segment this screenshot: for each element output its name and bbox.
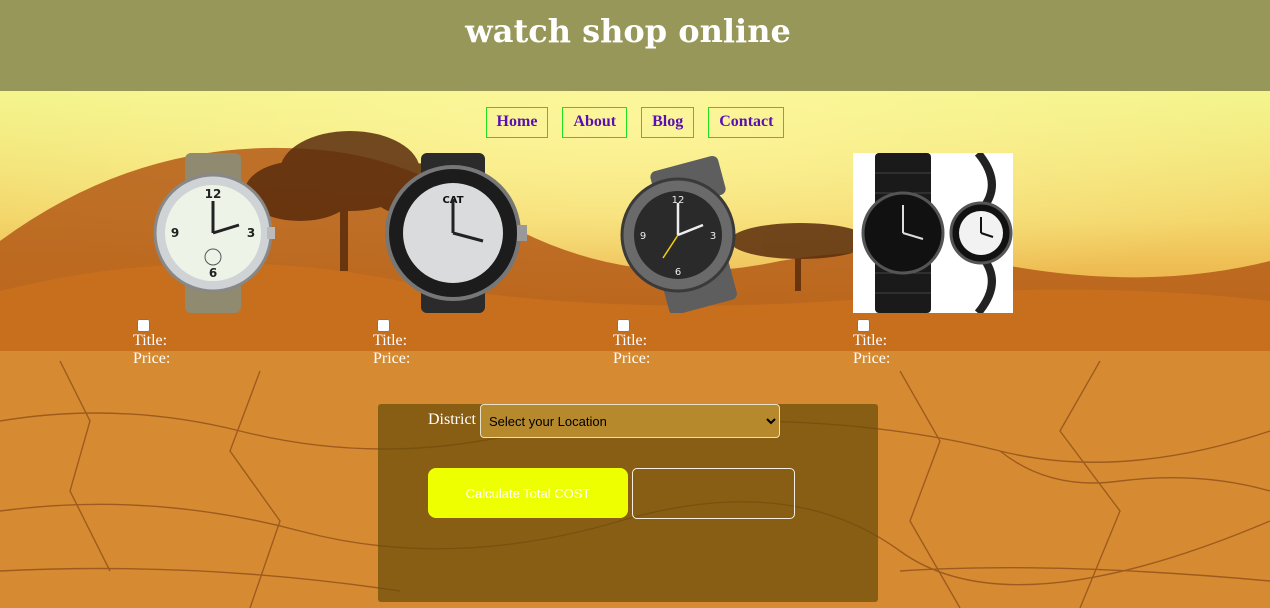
product-select-checkbox[interactable] [377, 319, 390, 332]
product-card: 12 3 6 9 Title: Price: [613, 153, 793, 368]
product-select-checkbox[interactable] [137, 319, 150, 332]
grey-pilot-watch-image: 12369 [620, 155, 737, 313]
product-card: CAT Title: Price: [373, 153, 553, 368]
product-price-label: Price: [613, 350, 651, 367]
product-price-label: Price: [853, 350, 891, 367]
main-nav: Home About Blog Contact [0, 107, 1270, 138]
product-image [853, 153, 1013, 313]
svg-text:3: 3 [710, 231, 716, 242]
product-select-checkbox[interactable] [617, 319, 630, 332]
site-header: watch shop online [0, 0, 1270, 91]
product-select-checkbox[interactable] [857, 319, 870, 332]
product-card: 12 3 6 9 Title: Price: [133, 153, 313, 368]
district-label: District [428, 411, 476, 428]
svg-text:3: 3 [247, 226, 255, 240]
product-title-label: Title: [853, 332, 888, 349]
svg-text:6: 6 [209, 266, 217, 280]
product-image: 12 3 6 9 [613, 153, 773, 313]
product-price-label: Price: [373, 350, 411, 367]
calculate-total-button[interactable]: Calculate Total COST [428, 468, 628, 518]
black-couple-watches-image [853, 153, 1013, 313]
nav-blog-link[interactable]: Blog [641, 107, 695, 138]
product-title-label: Title: [373, 332, 408, 349]
svg-text:12: 12 [205, 187, 222, 201]
product-image: 12 3 6 9 [133, 153, 293, 313]
product-title-label: Title: [613, 332, 648, 349]
product-image: CAT [373, 153, 533, 313]
nav-about-link[interactable]: About [562, 107, 628, 138]
site-title: watch shop online [465, 12, 791, 50]
svg-text:9: 9 [640, 231, 646, 242]
district-select[interactable]: Select your Location [480, 404, 780, 438]
svg-text:9: 9 [171, 226, 179, 240]
product-card: Title: Price: [853, 153, 1033, 368]
product-price-label: Price: [133, 350, 171, 367]
nav-contact-link[interactable]: Contact [708, 107, 785, 138]
total-cost-field[interactable] [632, 468, 795, 519]
order-panel: District Select your Location Calculate … [378, 404, 878, 602]
citizen-field-watch-image: 12 3 6 9 [153, 153, 275, 313]
product-title-label: Title: [133, 332, 168, 349]
nav-home-link[interactable]: Home [485, 107, 549, 138]
cat-sport-watch-image: CAT [385, 153, 527, 313]
svg-text:6: 6 [675, 267, 681, 278]
